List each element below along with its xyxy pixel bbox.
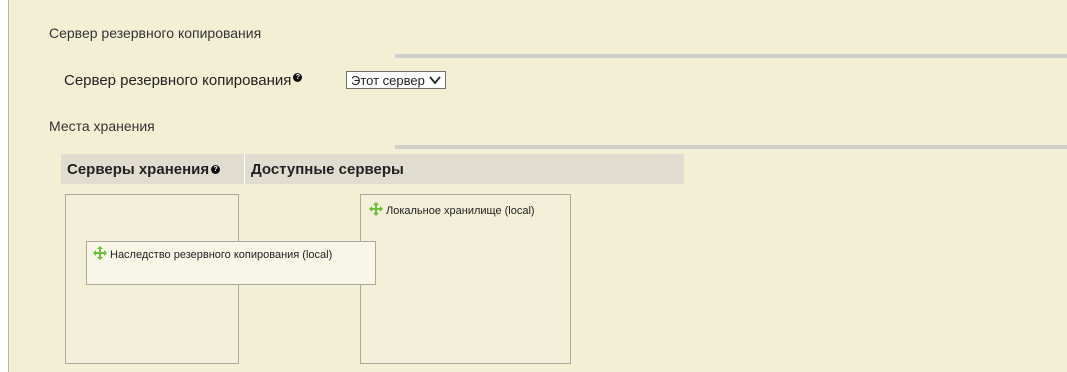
help-icon[interactable]: ?: [211, 164, 221, 174]
help-icon[interactable]: ?: [293, 73, 303, 82]
column-header-storage-servers-label: Серверы хранения: [67, 160, 210, 178]
backup-server-select-value: Этот сервер: [351, 72, 425, 88]
move-icon: [93, 246, 107, 260]
available-servers-dropzone[interactable]: Локальное хранилище (local): [360, 194, 571, 364]
list-item-label: Наследство резервного копирования (local…: [110, 249, 333, 261]
backup-server-section-title: Сервер резервного копирования: [49, 25, 262, 41]
column-header-storage-servers: Серверы хранения?: [61, 154, 244, 184]
backup-server-select[interactable]: Этот сервер: [346, 71, 446, 89]
backup-server-field-label: Сервер резервного копирования: [64, 72, 292, 89]
dragged-list-item[interactable]: Наследство резервного копирования (local…: [86, 241, 376, 285]
storage-section-title: Места хранения: [49, 118, 155, 134]
storage-table-header: Серверы хранения? Доступные серверы: [61, 154, 684, 184]
move-icon: [369, 202, 383, 216]
column-header-available-servers: Доступные серверы: [251, 160, 404, 178]
chevron-down-icon: [429, 76, 441, 85]
section-divider: [395, 54, 1067, 58]
list-item-label: Локальное хранилище (local): [386, 205, 535, 217]
list-item[interactable]: Локальное хранилище (local): [369, 202, 535, 217]
section-divider: [395, 145, 1067, 149]
backup-settings-panel: Сервер резервного копирования Сервер рез…: [8, 0, 1067, 372]
backup-server-field: Сервер резервного копирования?: [64, 72, 303, 89]
